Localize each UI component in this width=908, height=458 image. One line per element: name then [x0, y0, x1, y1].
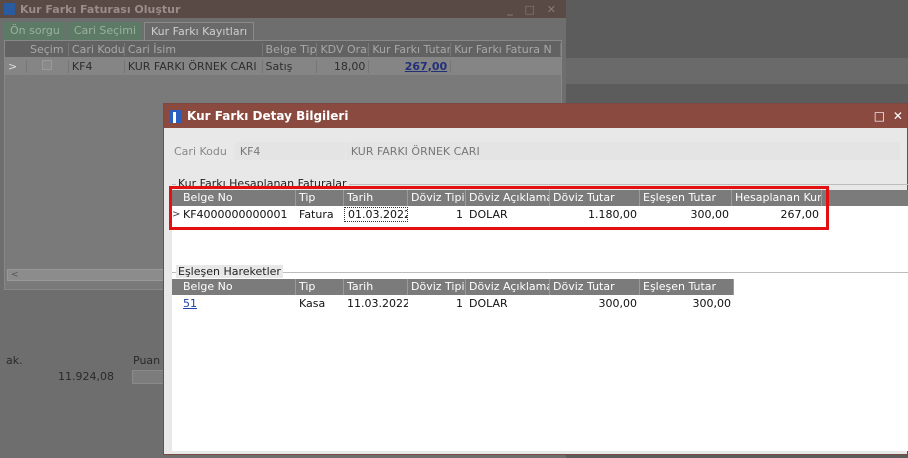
dialog-titlebar: Kur Farkı Detay Bilgileri □ ✕	[164, 104, 907, 128]
cell-cari-kodu: KF4	[69, 59, 125, 73]
tab-kur-farki-kayitlari[interactable]: Kur Farkı Kayıtları	[144, 22, 255, 40]
kur-farki-detay-dialog: Kur Farkı Detay Bilgileri □ ✕ Cari Kodu …	[163, 103, 908, 455]
app-logo-icon	[4, 3, 15, 15]
column-header-hesaplanan-kur[interactable]: Hesaplanan Kur	[732, 190, 822, 206]
column-header-eslesen-tutar[interactable]: Eşleşen Tutar	[640, 279, 734, 295]
cari-kodu-field: KF4	[234, 142, 345, 160]
section-label-hesaplanan-faturalar: Kur Farkı Hesaplanan Faturalar	[176, 177, 349, 190]
column-header-eslesen-tutar[interactable]: Eşleşen Tutar	[640, 190, 732, 206]
row-indicator: >	[5, 59, 27, 73]
grid-header: Belge No Tip Tarih Döviz Tipi Döviz Açık…	[172, 190, 908, 206]
cell-belge-no-link[interactable]: 51	[180, 295, 296, 312]
footer-label-ak: ak.	[6, 354, 23, 367]
cell-doviz-tutar: 300,00	[598, 297, 638, 310]
table-row[interactable]: 51 Kasa 11.03.2022 1 DOLAR 300,00 300,00	[172, 295, 908, 312]
column-header-tip[interactable]: Tip	[296, 279, 344, 295]
column-header-doviz-tipi[interactable]: Döviz Tipi	[408, 279, 466, 295]
column-header-doviz-aciklama[interactable]: Döviz Açıklama	[466, 279, 550, 295]
column-header-belge-no[interactable]: Belge No	[180, 279, 296, 295]
cell-belge-tipi: Satış	[263, 59, 318, 73]
column-header-belge-tipi[interactable]: Belge Tipi	[263, 42, 318, 56]
column-header-kdv-orani[interactable]: KDV Oranı	[317, 42, 370, 56]
background-window-controls[interactable]: _ □ ✕	[507, 3, 566, 16]
dialog-body: Cari Kodu KF4 KUR FARKI ÖRNEK CARI Kur F…	[164, 128, 908, 454]
row-indicator-header	[172, 279, 180, 295]
eslesen-hareketler-grid: Belge No Tip Tarih Döviz Tipi Döviz Açık…	[172, 279, 908, 451]
column-header-tarih[interactable]: Tarih	[344, 190, 408, 206]
cell-eslesen-tutar: 300,00	[692, 297, 732, 310]
footer-field[interactable]	[132, 370, 166, 384]
column-header-doviz-tipi[interactable]: Döviz Tipi	[408, 190, 466, 206]
column-header-doviz-tutar[interactable]: Döviz Tutar	[550, 190, 640, 206]
background-window-titlebar: Kur Farkı Faturası Oluştur _ □ ✕	[0, 0, 566, 18]
cell-tarih: 11.03.2022	[347, 297, 408, 310]
column-header-kur-farki-fatura-no[interactable]: Kur Farkı Fatura N	[451, 42, 561, 56]
column-header-secim[interactable]: Seçim	[27, 42, 69, 56]
dialog-title: Kur Farkı Detay Bilgileri	[187, 109, 349, 123]
column-header-tarih[interactable]: Tarih	[344, 279, 408, 295]
cari-info-row: Cari Kodu KF4 KUR FARKI ÖRNEK CARI	[174, 142, 900, 160]
cell-belge-no: KF4000000000001	[183, 208, 288, 221]
cari-isim-field: KUR FARKI ÖRNEK CARI	[345, 142, 900, 160]
background-strip	[566, 58, 908, 84]
background-window-title: Kur Farkı Faturası Oluştur	[20, 2, 181, 16]
cell-cari-isim: KUR FARKI ÖRNEK CARI	[125, 59, 263, 73]
cell-kur-farki-tutar-link[interactable]: 267,00	[369, 59, 452, 73]
background-grid-header: Seçim Cari Kodu Cari İsim Belge Tipi KDV…	[5, 41, 561, 57]
section-label-eslesen-hareketler: Eşleşen Hareketler	[176, 265, 283, 278]
dialog-window-controls[interactable]: □ ✕	[874, 109, 905, 123]
cell-tip: Fatura	[299, 208, 334, 221]
cell-tarih[interactable]: 01.03.2022	[344, 207, 408, 222]
row-indicator	[172, 295, 180, 312]
section-eslesen-hareketler: Eşleşen Hareketler	[172, 265, 908, 278]
grid-header: Belge No Tip Tarih Döviz Tipi Döviz Açık…	[172, 279, 734, 295]
cell-hesaplanan-kur: 267,00	[780, 208, 820, 221]
column-header-tip[interactable]: Tip	[296, 190, 344, 206]
cell-tip: Kasa	[299, 297, 326, 310]
column-header-doviz-tutar[interactable]: Döviz Tutar	[550, 279, 640, 295]
cari-kodu-label: Cari Kodu	[174, 144, 227, 158]
checkbox-icon[interactable]	[41, 59, 52, 70]
row-indicator: >	[172, 209, 180, 220]
tab-on-sorgu[interactable]: Ön sorgu	[4, 22, 66, 40]
horizontal-scrollbar[interactable]: <	[7, 269, 187, 281]
row-indicator-header	[172, 190, 180, 206]
secim-checkbox[interactable]	[27, 59, 69, 73]
cell-doviz-aciklama: DOLAR	[469, 297, 508, 310]
footer-total: 11.924,08	[58, 370, 114, 383]
column-header-kur-farki-tutar[interactable]: Kur Farkı Tutar	[369, 42, 452, 56]
column-header-doviz-aciklama[interactable]: Döviz Açıklama	[466, 190, 550, 206]
column-header-cari-isim[interactable]: Cari İsim	[125, 42, 263, 56]
cell-doviz-tutar: 1.180,00	[588, 208, 637, 221]
cell-doviz-tipi: 1	[456, 208, 463, 221]
cell-doviz-tipi: 1	[456, 297, 463, 310]
column-header-cari-kodu[interactable]: Cari Kodu	[69, 42, 125, 56]
cell-kdv-orani: 18,00	[317, 59, 370, 73]
cell-eslesen-tutar: 300,00	[690, 208, 730, 221]
app-logo-icon	[170, 109, 182, 123]
cell-doviz-aciklama: DOLAR	[469, 208, 508, 221]
section-hesaplanan-faturalar: Kur Farkı Hesaplanan Faturalar	[172, 177, 908, 190]
column-header-belge-no[interactable]: Belge No	[180, 190, 296, 206]
background-grid-row[interactable]: > KF4 KUR FARKI ÖRNEK CARI Satış 18,00 2…	[5, 57, 561, 75]
background-tabs: Ön sorgu Cari Seçimi Kur Farkı Kayıtları	[0, 18, 566, 40]
tab-cari-secimi[interactable]: Cari Seçimi	[67, 22, 142, 40]
table-row[interactable]: > KF4000000000001 Fatura 01.03.2022 1 DO…	[172, 206, 908, 223]
